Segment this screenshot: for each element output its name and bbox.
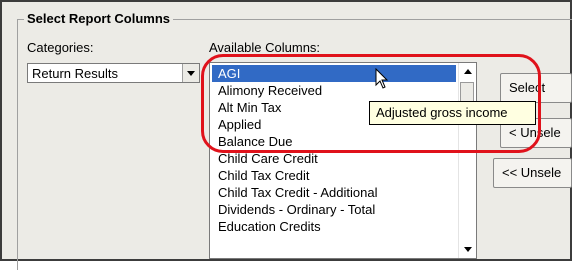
select-button[interactable]: Select xyxy=(500,73,572,103)
categories-selected-value: Return Results xyxy=(32,66,118,81)
list-item[interactable]: Child Care Credit xyxy=(212,150,456,167)
list-item[interactable]: Child Tax Credit - Additional xyxy=(212,184,456,201)
available-columns-label: Available Columns: xyxy=(209,40,321,55)
available-columns-list[interactable]: AGI Alimony Received Alt Min Tax Applied Bal… xyxy=(209,62,477,259)
scroll-up-arrow-icon[interactable] xyxy=(459,63,476,80)
group-title: Select Report Columns xyxy=(24,11,174,26)
scroll-down-arrow-icon[interactable] xyxy=(459,241,476,258)
unselect-all-button[interactable]: << Unsele xyxy=(493,158,572,188)
list-item[interactable]: AGI xyxy=(212,65,456,82)
categories-dropdown[interactable]: Return Results xyxy=(27,63,200,83)
categories-label: Categories: xyxy=(27,40,94,55)
list-item[interactable]: Dividends - Ordinary - Total xyxy=(212,201,456,218)
list-scrollbar[interactable] xyxy=(458,63,476,258)
column-tooltip: Adjusted gross income xyxy=(369,101,536,125)
scroll-thumb[interactable] xyxy=(460,82,474,102)
list-item[interactable]: Balance Due xyxy=(212,133,456,150)
mouse-pointer-icon xyxy=(375,68,389,89)
list-item[interactable]: Child Tax Credit xyxy=(212,167,456,184)
chevron-down-icon[interactable] xyxy=(182,64,199,82)
list-item[interactable]: Alimony Received xyxy=(212,82,456,99)
list-item[interactable]: Education Credits xyxy=(212,218,456,235)
